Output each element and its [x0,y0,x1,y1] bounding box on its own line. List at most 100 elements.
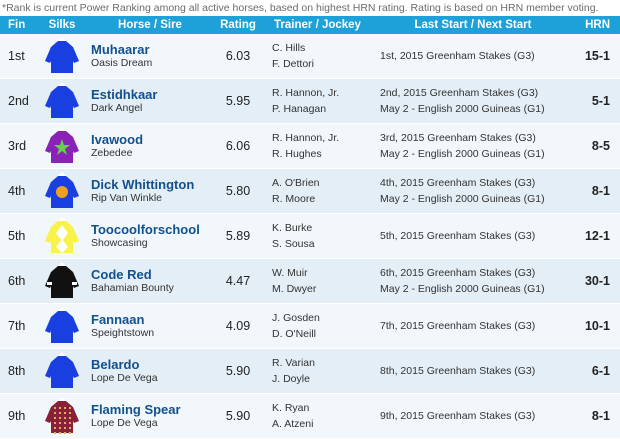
rating-value: 5.90 [225,364,251,378]
table-row: 8th Belardo Lope De Vega 5.90 R. Varian J. Do… [0,349,620,394]
finish-position: 1st [8,49,25,63]
finish-position: 9th [8,409,26,423]
table-row: 4th Dick Whittington Rip Van Winkle 5.80 A. … [0,169,620,214]
horse-name-link[interactable]: Fannaan [91,312,214,327]
next-start: May 2 - English 2000 Guineas (G1) [380,193,545,205]
jockey-name: R. Moore [272,193,316,205]
horse-name-link[interactable]: Muhaarar [91,42,214,57]
sire-name: Zebedee [91,147,133,159]
rating-value: 6.03 [225,49,251,63]
horse-name-link[interactable]: Estidhkaar [91,87,214,102]
sire-name: Speightstown [91,327,155,339]
finish-position: 8th [8,364,26,378]
sire-name: Dark Angel [91,102,143,114]
jockey-name: R. Hughes [272,148,322,160]
last-start: 8th, 2015 Greenham Stakes (G3) [380,365,536,377]
finish-position: 2nd [8,94,29,108]
jockey-name: S. Sousa [272,238,315,250]
hrn-odds: 8-1 [591,409,610,423]
table-row: 2nd Estidhkaar Dark Angel 5.95 R. Hannon, Jr… [0,79,620,124]
silks-icon [38,397,86,435]
table-row: 3rd Ivawood Zebedee 6.06 R. Hannon, Jr. R. Hu… [0,124,620,169]
sire-name: Lope De Vega [91,417,158,429]
trainer-name: A. O'Brien [272,177,320,189]
trainer-name: K. Ryan [272,402,310,414]
jockey-name: D. O'Neill [272,328,317,340]
last-start: 9th, 2015 Greenham Stakes (G3) [380,410,536,422]
trainer-name: R. Varian [272,357,315,369]
finish-position: 3rd [8,139,27,153]
hrn-odds: 10-1 [584,319,610,333]
hrn-odds: 5-1 [591,94,610,108]
rating-value: 5.95 [225,94,251,108]
next-start: May 2 - English 2000 Guineas (G1) [380,148,545,160]
rating-value: 4.09 [225,319,251,333]
trainer-name: W. Muir [272,267,308,279]
sire-name: Bahamian Bounty [91,282,174,294]
horse-name-link[interactable]: Ivawood [91,132,214,147]
header-rating[interactable]: Rating [214,19,262,31]
sire-name: Rip Van Winkle [91,192,162,204]
finish-position: 5th [8,229,26,243]
last-start: 2nd, 2015 Greenham Stakes (G3) [380,87,539,99]
horse-name-link[interactable]: Toocoolforschool [91,222,214,237]
silks-icon [38,307,86,345]
horse-name-link[interactable]: Dick Whittington [91,177,214,192]
trainer-name: K. Burke [272,222,313,234]
rating-value: 4.47 [225,274,251,288]
table-row: 7th Fannaan Speightstown 4.09 J. Gosden D. O'… [0,304,620,349]
jockey-name: J. Doyle [272,373,310,385]
rating-value: 5.89 [225,229,251,243]
horse-name-link[interactable]: Code Red [91,267,214,282]
hrn-odds: 8-5 [591,139,610,153]
silks-icon [38,217,86,255]
rating-value: 6.06 [225,139,251,153]
hrn-odds: 6-1 [591,364,610,378]
results-table-body: 1st Muhaarar Oasis Dream 6.03 C. Hills F. Det… [0,34,620,439]
table-row: 9th Flaming Spear Lope De Vega 5.90 K. Ryan A… [0,394,620,439]
finish-position: 4th [8,184,26,198]
ranking-note: *Rank is current Power Ranking among all… [2,2,599,14]
header-hrn[interactable]: HRN [573,19,620,31]
rating-value: 5.80 [225,184,251,198]
sire-name: Lope De Vega [91,372,158,384]
silks-icon [38,172,86,210]
silks-icon [38,127,86,165]
sire-name: Showcasing [91,237,148,249]
next-start: May 2 - English 2000 Guineas (G1) [380,103,545,115]
silks-icon [38,82,86,120]
finish-position: 6th [8,274,26,288]
table-row: 1st Muhaarar Oasis Dream 6.03 C. Hills F. Det… [0,34,620,79]
next-start: May 2 - English 2000 Guineas (G1) [380,283,545,295]
last-start: 3rd, 2015 Greenham Stakes (G3) [380,132,536,144]
silks-icon [38,262,86,300]
finish-position: 7th [8,319,26,333]
horse-name-link[interactable]: Belardo [91,357,214,372]
trainer-name: R. Hannon, Jr. [272,132,340,144]
sire-name: Oasis Dream [91,57,153,69]
silks-icon [38,352,86,390]
jockey-name: P. Hanagan [272,103,327,115]
table-row: 6th Code Red Bahamian Bounty 4.47 W. Muir M. … [0,259,620,304]
hrn-odds: 12-1 [584,229,610,243]
jockey-name: M. Dwyer [272,283,317,295]
hrn-odds: 15-1 [584,49,610,63]
header-fin[interactable]: Fin [0,19,38,31]
jockey-name: F. Dettori [272,58,315,70]
horse-name-link[interactable]: Flaming Spear [91,402,214,417]
last-start: 7th, 2015 Greenham Stakes (G3) [380,320,536,332]
silks-icon [38,37,86,75]
header-trainer-jockey: Trainer / Jockey [274,19,361,31]
last-start: 5th, 2015 Greenham Stakes (G3) [380,230,536,242]
last-start: 6th, 2015 Greenham Stakes (G3) [380,267,536,279]
header-last-next-start: Last Start / Next Start [414,19,532,31]
trainer-name: R. Hannon, Jr. [272,87,340,99]
table-header: Fin Silks Horse / Sire Rating Trainer / … [0,16,620,34]
rating-value: 5.90 [225,409,251,423]
hrn-odds: 8-1 [591,184,610,198]
jockey-name: A. Atzeni [272,418,314,430]
trainer-name: C. Hills [272,42,306,54]
header-silks: Silks [48,19,76,31]
header-horse-sire[interactable]: Horse / Sire [86,19,214,31]
last-start: 4th, 2015 Greenham Stakes (G3) [380,177,536,189]
